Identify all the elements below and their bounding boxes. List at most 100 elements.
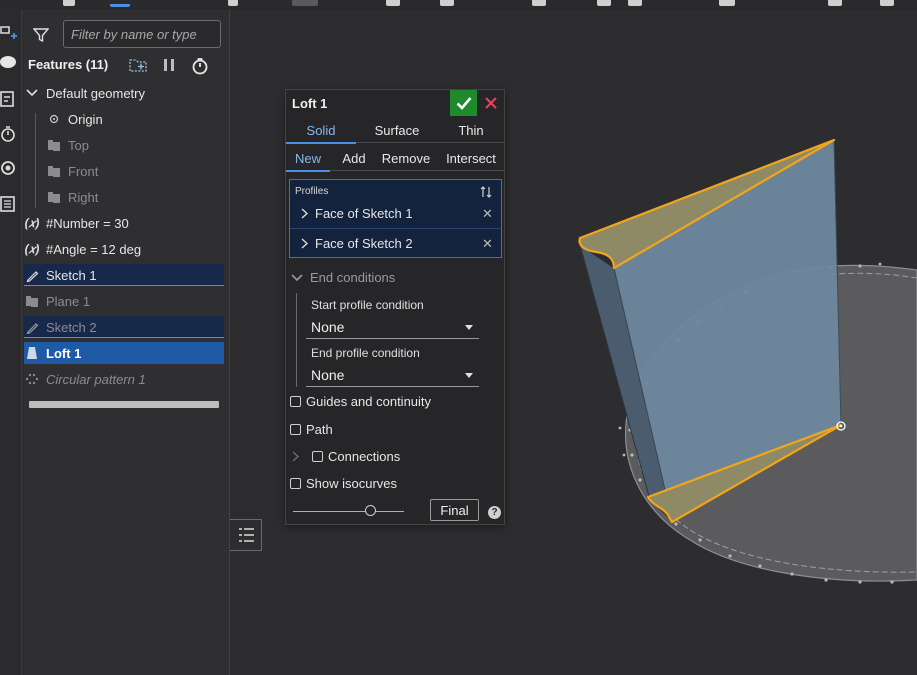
accept-button[interactable] — [450, 90, 477, 116]
dropdown-caret-icon — [465, 325, 473, 330]
pause-icon[interactable] — [162, 57, 176, 73]
show-isocurves-option[interactable]: Show isocurves — [290, 476, 397, 491]
remove-profile-icon[interactable]: ✕ — [482, 236, 493, 252]
timer-icon[interactable] — [0, 125, 18, 143]
remove-profile-icon[interactable]: ✕ — [482, 206, 493, 222]
toolbar-icon[interactable] — [63, 0, 75, 6]
guides-continuity-option[interactable]: Guides and continuity — [290, 394, 431, 409]
help-icon[interactable]: ? — [488, 506, 501, 519]
toolbar-icon[interactable] — [532, 0, 546, 6]
tree-item-variable-number[interactable]: (𝑥) #Number = 30 — [24, 212, 224, 234]
end-conditions-label: End conditions — [310, 270, 396, 285]
stopwatch-icon[interactable] — [191, 57, 209, 75]
tab-thin[interactable]: Thin — [438, 117, 504, 143]
inspect-icon[interactable] — [0, 160, 18, 178]
toolbar-icon[interactable] — [828, 0, 842, 6]
cancel-button[interactable] — [482, 94, 500, 112]
tree-item-top-plane[interactable]: Top — [46, 134, 246, 156]
section-indent-line — [296, 293, 297, 387]
profile-label: Face of Sketch 1 — [315, 206, 413, 221]
tree-item-label: Circular pattern 1 — [46, 371, 146, 387]
tab-solid[interactable]: Solid — [286, 117, 356, 144]
loft-dialog: Loft 1 Solid Surface Thin New Add Remove… — [285, 89, 505, 525]
toolbar-icon[interactable] — [292, 0, 318, 6]
tree-item-front-plane[interactable]: Front — [46, 160, 246, 182]
tab-add[interactable]: Add — [334, 145, 374, 171]
checkmark-icon — [456, 97, 471, 110]
guides-checkbox[interactable] — [290, 396, 301, 407]
tree-item-variable-angle[interactable]: (𝑥) #Angle = 12 deg — [24, 238, 224, 260]
filter-icon[interactable] — [33, 27, 49, 43]
connections-option[interactable]: Connections — [290, 449, 400, 464]
tree-item-label: Loft 1 — [46, 345, 82, 361]
tree-item-default-geometry[interactable]: Default geometry — [24, 82, 224, 104]
chevron-right-icon[interactable] — [301, 208, 308, 219]
toolbar-icon[interactable] — [386, 0, 400, 6]
tree-item-origin[interactable]: Origin — [46, 108, 246, 130]
add-feature-icon[interactable] — [0, 24, 18, 42]
bill-of-materials-icon[interactable] — [0, 195, 18, 213]
preview-slider-thumb[interactable] — [365, 505, 376, 516]
tree-item-label: Default geometry — [46, 85, 145, 101]
path-checkbox[interactable] — [290, 424, 301, 435]
tree-item-right-plane[interactable]: Right — [46, 186, 246, 208]
tab-surface[interactable]: Surface — [362, 117, 432, 143]
tree-item-label: #Angle = 12 deg — [46, 241, 142, 257]
chevron-down-icon[interactable] — [24, 86, 40, 100]
tree-item-sketch-1[interactable]: Sketch 1 — [24, 264, 224, 286]
profile-item[interactable]: Face of Sketch 2 ✕ — [290, 229, 501, 258]
preview-slider-track[interactable] — [293, 511, 404, 512]
tree-item-circular-pattern-1[interactable]: Circular pattern 1 — [24, 368, 224, 390]
loft-icon — [24, 346, 40, 360]
tree-item-label: Origin — [68, 111, 103, 127]
toolbar-icon[interactable] — [880, 0, 894, 6]
variable-icon: (𝑥) — [24, 215, 40, 230]
circular-pattern-icon — [24, 372, 40, 386]
dialog-title: Loft 1 — [292, 96, 328, 111]
checkbox-label: Show isocurves — [306, 476, 398, 491]
tree-item-label: Sketch 2 — [46, 319, 97, 335]
profile-item[interactable]: Face of Sketch 1 ✕ — [290, 199, 501, 228]
feature-list-toggle[interactable] — [230, 519, 262, 551]
profiles-selection-box[interactable]: Profiles Face of Sketch 1 ✕ Face of Sket… — [289, 179, 502, 258]
tree-item-loft-1[interactable]: Loft 1 — [24, 342, 224, 364]
comment-icon[interactable] — [0, 54, 18, 72]
rollback-bar[interactable] — [29, 401, 219, 408]
toolbar-icon[interactable] — [440, 0, 454, 6]
isocurves-checkbox[interactable] — [290, 478, 301, 489]
toolbar-icon[interactable] — [228, 0, 238, 6]
final-button[interactable]: Final — [430, 499, 479, 521]
toolbar-icon[interactable] — [628, 0, 642, 6]
close-icon — [485, 97, 497, 109]
end-condition-select[interactable]: None — [306, 363, 479, 387]
notes-icon[interactable] — [0, 90, 18, 108]
tree-item-sketch-2[interactable]: Sketch 2 — [24, 316, 224, 338]
plane-icon — [46, 190, 62, 204]
checkbox-label: Connections — [328, 449, 401, 464]
dropdown-caret-icon — [465, 373, 473, 378]
toolbar-icon[interactable] — [597, 0, 611, 6]
sketch-icon — [24, 320, 40, 334]
chevron-down-icon[interactable] — [291, 273, 303, 283]
add-folder-icon[interactable] — [129, 57, 149, 73]
tab-intersect[interactable]: Intersect — [441, 145, 501, 171]
top-toolbar — [0, 0, 917, 10]
path-option[interactable]: Path — [290, 422, 333, 437]
tab-remove[interactable]: Remove — [379, 145, 433, 171]
origin-icon — [46, 112, 62, 126]
toolbar-icon[interactable] — [719, 0, 735, 6]
variable-icon: (𝑥) — [24, 241, 40, 256]
filter-input[interactable] — [63, 20, 221, 48]
start-condition-select[interactable]: None — [306, 315, 479, 339]
reorder-icon[interactable] — [480, 185, 492, 199]
tree-item-plane-1[interactable]: Plane 1 — [24, 290, 224, 312]
toolbar-icon[interactable] — [110, 4, 130, 7]
end-conditions-section[interactable]: End conditions — [291, 270, 395, 285]
chevron-right-icon[interactable] — [301, 238, 308, 249]
profiles-label: Profiles — [295, 186, 329, 197]
connections-checkbox[interactable] — [312, 451, 323, 462]
chevron-right-icon[interactable] — [292, 451, 299, 462]
tab-new[interactable]: New — [286, 145, 330, 172]
end-condition-label: End profile condition — [311, 346, 420, 360]
profile-label: Face of Sketch 2 — [315, 236, 413, 251]
